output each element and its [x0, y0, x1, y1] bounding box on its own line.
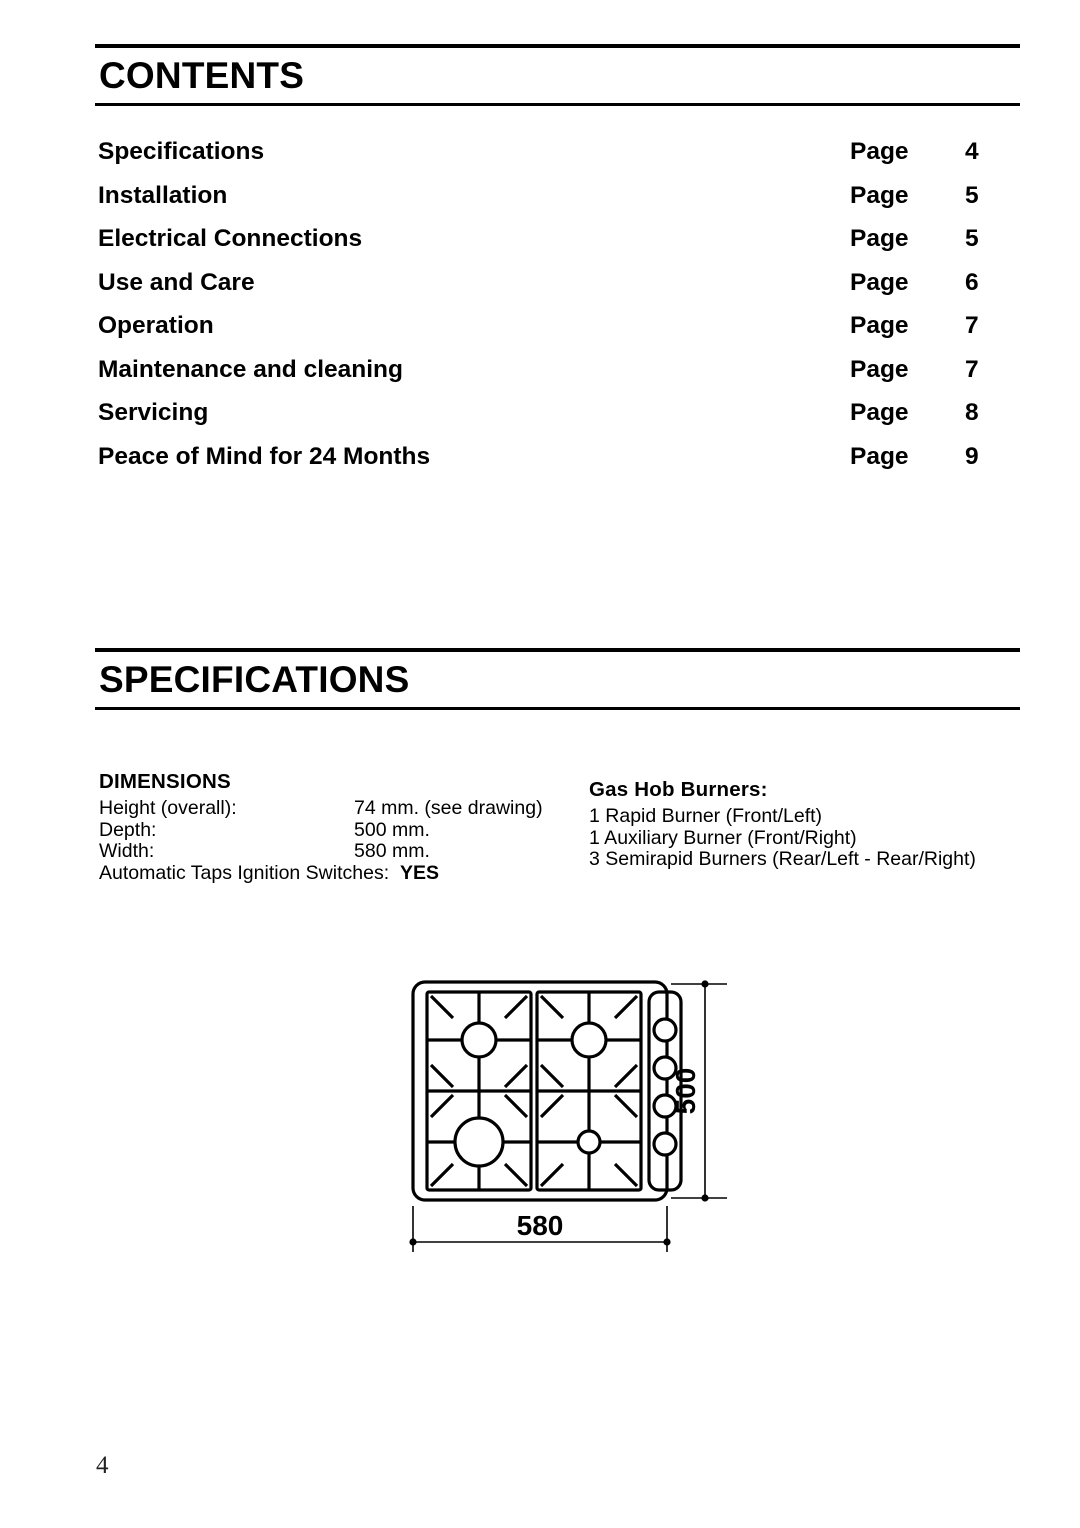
grate-left-diagonal	[429, 994, 455, 1020]
control-knob-1[interactable]	[652, 1017, 678, 1043]
toc-entry-title: Use and Care	[98, 268, 255, 296]
specifications-body: DIMENSIONS Height (overall): 74 mm. (see…	[99, 770, 1019, 890]
burner-list-item: 1 Rapid Burner (Front/Left)	[589, 805, 823, 827]
gas-hob-burners-heading: Gas Hob Burners:	[589, 778, 768, 801]
grate-right-diagonal	[539, 1162, 565, 1188]
control-knob-4[interactable]	[652, 1131, 678, 1157]
grate-right-diagonal	[613, 1093, 639, 1119]
grate-right-diagonal	[613, 1063, 639, 1089]
dimensions-column: DIMENSIONS Height (overall): 74 mm. (see…	[99, 770, 569, 884]
grate-left-diagonal	[503, 994, 529, 1020]
contents-list: Specifications Page 4 Installation Page …	[98, 138, 1018, 486]
toc-entry-title: Peace of Mind for 24 Months	[98, 442, 431, 470]
grate-right-diagonal	[539, 994, 565, 1020]
toc-entry-title: Electrical Connections	[98, 225, 363, 252]
toc-entry-page-label: Page	[850, 181, 909, 209]
toc-entry-page-number: 5	[965, 225, 979, 252]
heading-rule-bottom	[95, 102, 1020, 106]
gas-hob-technical-drawing: 500 580	[395, 960, 735, 1265]
toc-entry-title: Operation	[98, 312, 214, 339]
list-item[interactable]: Maintenance and cleaning Page 7	[98, 356, 1018, 400]
contents-heading-block: CONTENTS	[95, 44, 1020, 106]
toc-entry-page-number: 6	[965, 268, 979, 296]
list-item[interactable]: Use and Care Page 6	[98, 269, 1018, 313]
toc-entry-page-number: 7	[965, 355, 979, 383]
grate-right-diagonal	[539, 1063, 565, 1089]
ignition-switches-label: Automatic Taps Ignition Switches:	[99, 861, 390, 884]
toc-entry-page-number: 8	[965, 399, 979, 426]
toc-entry-page-number: 7	[965, 312, 979, 339]
toc-entry-page-label: Page	[850, 225, 909, 252]
dimension-row-depth: Depth: 500 mm.	[99, 818, 569, 842]
heading-rule-bottom	[95, 706, 1020, 710]
grate-left-diagonal	[429, 1093, 455, 1119]
list-item[interactable]: Electrical Connections Page 5	[98, 225, 1018, 269]
toc-entry-page-label: Page	[850, 355, 909, 383]
grate-right-diagonal	[613, 1162, 639, 1188]
toc-entry-page-label: Page	[850, 312, 909, 339]
toc-entry-page-label: Page	[850, 399, 909, 426]
toc-entry-page-number: 4	[965, 138, 979, 165]
dimension-label: Height (overall):	[99, 797, 237, 819]
width-dimension-terminator-right	[663, 1238, 671, 1246]
list-item[interactable]: Operation Page 7	[98, 312, 1018, 356]
toc-entry-title: Maintenance and cleaning	[98, 355, 403, 383]
dimension-value: 500 mm.	[354, 818, 430, 841]
width-dimension-label: 580	[517, 1210, 564, 1241]
depth-dimension-terminator-bottom	[701, 1194, 709, 1202]
footer-page-number: 4	[96, 1452, 109, 1479]
document-page: CONTENTS Specifications Page 4 Installat…	[0, 0, 1080, 1528]
grate-left-diagonal	[503, 1162, 529, 1188]
dimensions-heading: DIMENSIONS	[99, 770, 231, 793]
toc-entry-title: Installation	[98, 181, 228, 209]
gas-hob-burners-column: Gas Hob Burners: 1 Rapid Burner (Front/L…	[589, 778, 1019, 871]
toc-entry-page-number: 5	[965, 181, 979, 209]
dimension-label: Width:	[99, 840, 155, 862]
ignition-switches-row: Automatic Taps Ignition Switches: YES	[99, 861, 569, 885]
grate-left-diagonal	[503, 1093, 529, 1119]
grate-left-diagonal	[429, 1063, 455, 1089]
list-item[interactable]: Peace of Mind for 24 Months Page 9	[98, 443, 1018, 487]
list-item[interactable]: Specifications Page 4	[98, 138, 1018, 182]
contents-heading: CONTENTS	[99, 55, 305, 96]
specifications-heading-block: SPECIFICATIONS	[95, 648, 1020, 710]
grate-right-diagonal	[613, 994, 639, 1020]
ignition-switches-value: YES	[399, 861, 439, 884]
toc-entry-title: Specifications	[98, 138, 265, 165]
dimension-row-width: Width: 580 mm.	[99, 840, 569, 863]
dimension-value: 74 mm. (see drawing)	[354, 797, 543, 819]
toc-entry-page-label: Page	[850, 442, 909, 470]
burner-list-item: 3 Semirapid Burners (Rear/Left - Rear/Ri…	[589, 848, 976, 870]
burner-front-right-auxiliary	[576, 1129, 602, 1155]
burner-rear-left-semirapid	[460, 1021, 498, 1059]
specifications-heading: SPECIFICATIONS	[99, 659, 410, 700]
burner-rear-right-semirapid	[570, 1021, 608, 1059]
list-item[interactable]: Installation Page 5	[98, 182, 1018, 226]
depth-dimension-terminator-top	[701, 980, 709, 988]
toc-entry-page-number: 9	[965, 442, 979, 470]
dimension-label: Depth:	[99, 818, 157, 841]
grate-right-diagonal	[539, 1093, 565, 1119]
grate-left-diagonal	[503, 1063, 529, 1089]
width-dimension-terminator-left	[409, 1238, 417, 1246]
burner-front-left-rapid	[453, 1116, 505, 1168]
dimension-row-height: Height (overall): 74 mm. (see drawing)	[99, 797, 569, 820]
dimension-value: 580 mm.	[354, 840, 430, 862]
depth-dimension-label: 500	[670, 1068, 701, 1115]
toc-entry-page-label: Page	[850, 138, 909, 165]
burner-list-item: 1 Auxiliary Burner (Front/Right)	[589, 826, 857, 849]
toc-entry-page-label: Page	[850, 268, 909, 296]
grate-left-diagonal	[429, 1162, 455, 1188]
list-item[interactable]: Servicing Page 8	[98, 399, 1018, 443]
toc-entry-title: Servicing	[98, 399, 209, 426]
